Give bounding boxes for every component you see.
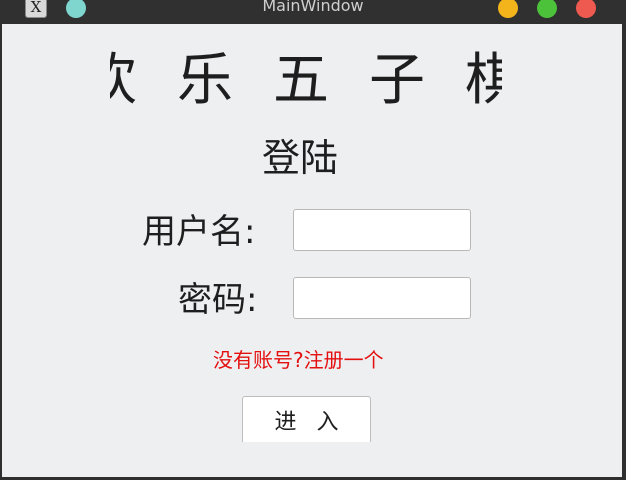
password-label: 密码: bbox=[178, 280, 258, 320]
window-title: MainWindow bbox=[262, 0, 364, 15]
login-heading: 登陆 bbox=[262, 136, 339, 180]
game-title-container: 欢乐五子棋 bbox=[110, 46, 502, 116]
enter-button[interactable]: 进入 bbox=[242, 396, 371, 442]
title-bar: X MainWindow bbox=[0, 0, 626, 24]
register-link[interactable]: 没有账号?注册一个 bbox=[213, 345, 384, 375]
game-title: 欢乐五子棋 bbox=[110, 48, 502, 113]
username-label: 用户名: bbox=[142, 212, 256, 252]
window-frame-right bbox=[622, 24, 626, 480]
username-input[interactable] bbox=[293, 209, 471, 251]
password-input[interactable] bbox=[293, 277, 471, 319]
